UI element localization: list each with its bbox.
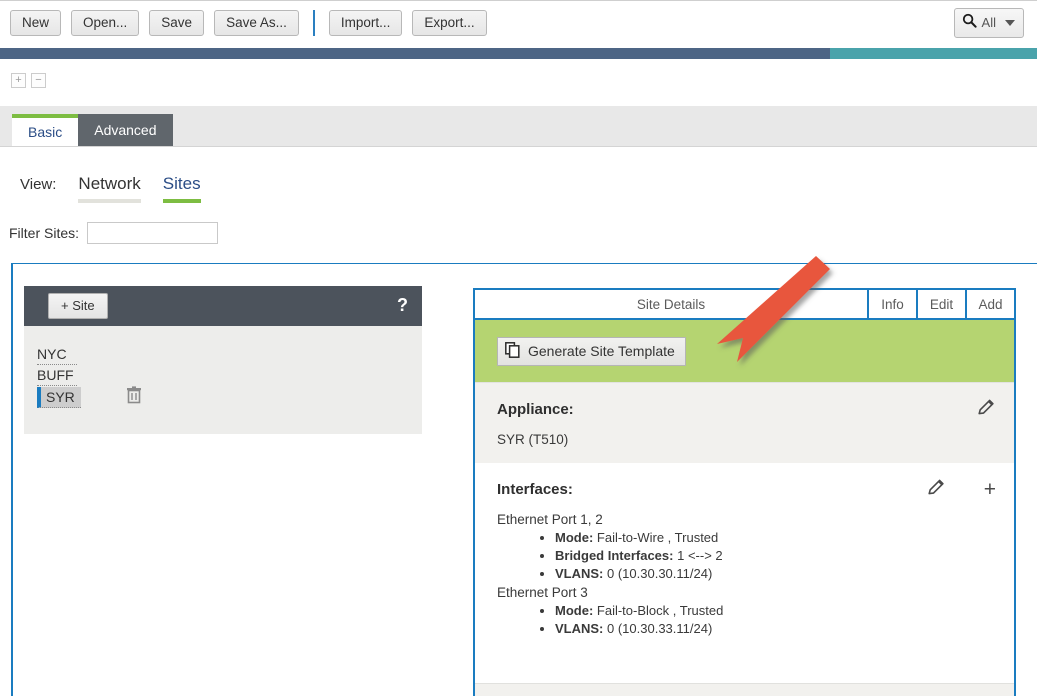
site-item-syr[interactable]: SYR [37, 387, 81, 408]
interface-detail-list: Mode: Fail-to-Wire , Trusted Bridged Int… [497, 530, 1014, 581]
main-toolbar: New Open... Save Save As... Import... Ex… [0, 0, 1037, 44]
page-title: Site Details [636, 296, 706, 312]
open-button[interactable]: Open... [71, 9, 140, 36]
app-window: New Open... Save Save As... Import... Ex… [0, 0, 1037, 696]
appliance-value: SYR (T510) [497, 432, 569, 447]
view-option-sites[interactable]: Sites [162, 174, 201, 203]
interface-detail: VLANS: 0 (10.30.33.11/24) [555, 621, 1014, 636]
sites-panel-header: + Site ? [24, 286, 422, 326]
appliance-section: Appliance: SYR (T510) [475, 383, 1014, 463]
interface-detail-value: Fail-to-Block , Trusted [596, 603, 724, 618]
appliance-actions [976, 397, 996, 422]
plus-icon[interactable]: + [984, 479, 996, 500]
collapse-all-button[interactable]: − [31, 73, 46, 88]
interface-detail-key: Mode: [555, 603, 594, 618]
import-button[interactable]: Import... [328, 9, 403, 36]
site-list: NYC BUFF SYR [24, 326, 422, 409]
help-icon[interactable]: ? [397, 295, 408, 316]
list-item: BUFF [37, 365, 422, 386]
interface-detail: Mode: Fail-to-Wire , Trusted [555, 530, 1014, 545]
tab-basic[interactable]: Basic [12, 114, 79, 146]
interface-group-name: Ethernet Port 3 [497, 585, 588, 600]
tab-info[interactable]: Info [867, 290, 916, 318]
interface-detail-key: VLANS: [555, 621, 604, 636]
interface-detail-value: Fail-to-Wire , Trusted [596, 530, 719, 545]
search-scope-label: All [981, 15, 996, 30]
view-label: View: [20, 176, 57, 193]
interface-detail-value: 0 (10.30.33.11/24) [607, 621, 713, 636]
filter-sites-input[interactable] [87, 222, 219, 244]
save-button[interactable]: Save [149, 9, 205, 36]
interface-detail-key: Bridged Interfaces: [555, 548, 674, 563]
generate-site-template-label: Generate Site Template [528, 343, 675, 359]
list-item: SYR [37, 386, 422, 409]
tab-add[interactable]: Add [965, 290, 1014, 318]
trash-icon[interactable] [126, 386, 142, 409]
search-icon [962, 13, 977, 33]
status-color-bar [0, 48, 1037, 59]
mode-tab-strip: Basic Advanced [0, 106, 1037, 147]
filter-sites-label: Filter Sites: [9, 225, 80, 241]
export-button[interactable]: Export... [412, 9, 487, 36]
color-bar-secondary-segment [830, 48, 1037, 59]
color-bar-primary-segment [0, 48, 830, 59]
site-item-nyc[interactable]: NYC [37, 344, 77, 365]
interface-group-name: Ethernet Port 1, 2 [497, 512, 603, 527]
generate-site-template-button[interactable]: Generate Site Template [497, 336, 686, 366]
sites-list-panel: + Site ? NYC BUFF SYR [24, 286, 422, 434]
interface-detail: VLANS: 0 (10.30.30.11/24) [555, 566, 1014, 581]
save-as-button[interactable]: Save As... [214, 9, 299, 36]
appliance-title: Appliance: [497, 401, 574, 418]
filter-row: Filter Sites: [9, 222, 219, 244]
tree-toggles: + − [11, 73, 46, 88]
details-panel-footer [475, 683, 1014, 696]
main-content-area: + Site ? NYC BUFF SYR Site Details Info … [11, 263, 1037, 696]
site-details-header: Site Details Info Edit Add [475, 290, 1014, 320]
tab-edit[interactable]: Edit [916, 290, 965, 318]
interface-detail-key: Mode: [555, 530, 594, 545]
tab-advanced[interactable]: Advanced [78, 114, 173, 146]
interface-detail-list: Mode: Fail-to-Block , Trusted VLANS: 0 (… [497, 603, 1014, 636]
site-item-buff[interactable]: BUFF [37, 365, 77, 386]
interface-detail-key: VLANS: [555, 566, 604, 581]
interface-detail-value: 0 (10.30.30.11/24) [607, 566, 713, 581]
interface-detail-value: 1 <--> 2 [677, 548, 723, 563]
search-scope-dropdown[interactable]: All [953, 7, 1024, 38]
chevron-down-icon [1005, 19, 1015, 26]
interface-detail: Mode: Fail-to-Block , Trusted [555, 603, 1014, 618]
add-site-button[interactable]: + Site [48, 293, 108, 319]
copy-icon [505, 341, 520, 361]
site-details-panel: Site Details Info Edit Add Generate Site… [473, 288, 1016, 696]
interfaces-actions: + [926, 477, 996, 502]
expand-all-button[interactable]: + [11, 73, 26, 88]
pencil-icon[interactable] [976, 397, 996, 422]
interface-detail: Bridged Interfaces: 1 <--> 2 [555, 548, 1014, 563]
generate-template-band: Generate Site Template [475, 320, 1014, 383]
view-option-network[interactable]: Network [78, 174, 141, 203]
toolbar-divider [312, 9, 315, 36]
new-button[interactable]: New [10, 9, 62, 36]
view-selector: View: Network Sites [20, 174, 201, 203]
list-item: NYC [37, 344, 422, 365]
pencil-icon[interactable] [926, 477, 946, 502]
interfaces-section: Interfaces: Ethernet Port 1, 2 Mode: Fai… [475, 463, 1014, 656]
